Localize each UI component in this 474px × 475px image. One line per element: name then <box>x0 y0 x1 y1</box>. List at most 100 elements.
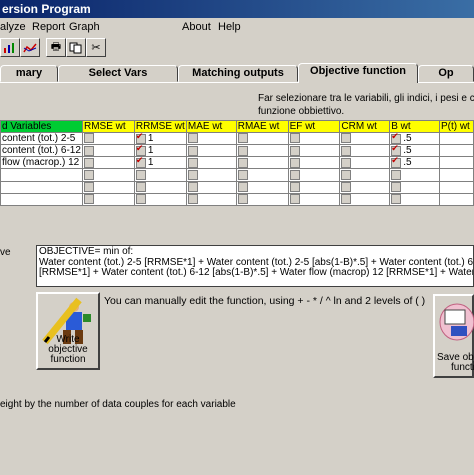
menu-analyze[interactable]: alyze <box>0 21 26 33</box>
crm-checkbox[interactable] <box>341 182 352 192</box>
rmae-checkbox[interactable] <box>237 133 248 144</box>
variable-name-cell[interactable] <box>0 180 83 194</box>
pt-weight-cell <box>438 131 474 146</box>
ef-checkbox[interactable] <box>289 194 300 205</box>
ef-checkbox[interactable] <box>289 157 300 168</box>
rmae-checkbox[interactable] <box>237 169 248 180</box>
crm-checkbox[interactable] <box>341 145 352 156</box>
rrmse-checkbox[interactable] <box>135 133 146 144</box>
mae-checkbox[interactable] <box>187 133 198 144</box>
menu-about[interactable]: About <box>182 21 211 33</box>
b-checkbox[interactable] <box>391 157 402 168</box>
copy-button[interactable] <box>66 38 86 57</box>
objective-label: ve <box>0 247 11 258</box>
crm-checkbox[interactable] <box>341 157 352 168</box>
rrmse-checkbox[interactable] <box>135 169 146 180</box>
mae-checkbox[interactable] <box>187 157 198 168</box>
rrmse-weight-cell <box>133 180 187 194</box>
b-weight-value[interactable]: .5 <box>403 134 411 144</box>
b-weight-value[interactable]: .5 <box>403 158 411 168</box>
ef-weight-cell <box>287 156 341 170</box>
b-checkbox[interactable] <box>391 145 402 156</box>
b-checkbox[interactable] <box>391 169 402 180</box>
crm-weight-cell <box>339 168 391 182</box>
copy-icon <box>69 42 82 53</box>
variable-name-cell[interactable]: content (tot.) 2-5 <box>0 131 83 146</box>
mae-checkbox[interactable] <box>187 145 198 156</box>
variable-name-cell[interactable] <box>0 192 83 206</box>
cut-button[interactable]: ✂ <box>86 38 106 57</box>
ef-checkbox[interactable] <box>289 169 300 180</box>
printer-icon: 🖶 <box>50 41 62 53</box>
mae-checkbox[interactable] <box>187 169 198 180</box>
header-rmae: RMAE wt <box>235 120 289 133</box>
ef-checkbox[interactable] <box>289 182 300 192</box>
rmse-checkbox[interactable] <box>83 169 94 180</box>
rmae-weight-cell <box>235 144 289 158</box>
header-mae: MAE wt <box>185 120 237 133</box>
rrmse-weight-value[interactable]: 1 <box>148 158 154 168</box>
rmae-checkbox[interactable] <box>237 182 248 192</box>
variable-name-cell[interactable]: flow (macrop.) 12 <box>0 156 83 170</box>
window-title: ersion Program <box>0 0 474 18</box>
rrmse-weight-cell: 1 <box>133 156 187 170</box>
footer-note: eight by the number of data couples for … <box>0 399 236 410</box>
table-row <box>0 192 474 206</box>
rrmse-weight-cell <box>133 192 187 206</box>
rmse-checkbox[interactable] <box>83 157 94 168</box>
print-button[interactable]: 🖶 <box>46 38 66 57</box>
rmse-weight-cell <box>81 156 135 170</box>
rrmse-checkbox[interactable] <box>135 145 146 156</box>
menu-help[interactable]: Help <box>218 21 241 33</box>
grid-header-row: d Variables RMSE wt RRMSE wt MAE wt RMAE… <box>0 120 474 133</box>
menu-report[interactable]: Report <box>32 21 65 33</box>
rrmse-checkbox[interactable] <box>135 157 146 168</box>
mae-checkbox[interactable] <box>187 182 198 192</box>
crm-checkbox[interactable] <box>341 133 352 144</box>
tab-select-vars[interactable]: Select Vars <box>58 65 178 82</box>
rmae-checkbox[interactable] <box>237 145 248 156</box>
objective-textbox[interactable]: OBJECTIVE= min of: Water content (tot.) … <box>36 245 474 287</box>
rrmse-checkbox[interactable] <box>135 194 146 205</box>
variable-name-cell[interactable]: content (tot.) 6-12 <box>0 144 83 158</box>
b-checkbox[interactable] <box>391 182 402 193</box>
tab-summary[interactable]: mary <box>0 65 58 82</box>
line-chart-button[interactable] <box>20 38 40 57</box>
crm-weight-cell <box>339 144 391 158</box>
save-objective-button[interactable]: Save obj functi <box>433 294 474 378</box>
rrmse-weight-cell: 1 <box>133 144 187 158</box>
write-objective-button[interactable]: Write objective function <box>36 292 100 370</box>
b-weight-value[interactable]: .5 <box>403 146 411 156</box>
rmae-checkbox[interactable] <box>237 157 248 168</box>
ef-weight-cell <box>287 192 341 206</box>
tab-matching-outputs[interactable]: Matching outputs <box>178 65 298 82</box>
b-weight-cell <box>389 180 440 194</box>
rmse-checkbox[interactable] <box>83 182 94 192</box>
tab-objective-function[interactable]: Objective function <box>298 63 418 83</box>
tab-options[interactable]: Op <box>418 65 474 82</box>
chart-icon-button[interactable] <box>0 38 20 57</box>
rmae-checkbox[interactable] <box>237 194 248 205</box>
ef-checkbox[interactable] <box>289 145 300 156</box>
rmse-checkbox[interactable] <box>83 194 94 205</box>
mae-checkbox[interactable] <box>187 194 198 205</box>
menu-graph[interactable]: Graph <box>69 21 100 33</box>
save-objective-caption: Save obj functi <box>437 352 474 373</box>
crm-checkbox[interactable] <box>341 194 352 205</box>
rrmse-weight-value[interactable]: 1 <box>148 134 154 144</box>
rrmse-weight-value[interactable]: 1 <box>148 146 154 156</box>
crm-checkbox[interactable] <box>341 169 352 180</box>
save-person-icon <box>439 303 474 341</box>
ef-weight-cell <box>287 180 341 194</box>
variable-name-cell[interactable] <box>0 168 83 182</box>
rrmse-checkbox[interactable] <box>135 182 146 193</box>
crm-weight-cell <box>339 131 391 146</box>
b-weight-cell: .5 <box>389 156 440 170</box>
ef-checkbox[interactable] <box>289 133 300 144</box>
mae-weight-cell <box>185 168 237 182</box>
b-checkbox[interactable] <box>391 133 402 144</box>
tab-strip: mary Select Vars Matching outputs Object… <box>0 63 474 83</box>
rmse-checkbox[interactable] <box>83 133 94 144</box>
b-checkbox[interactable] <box>391 194 402 205</box>
rmse-checkbox[interactable] <box>83 145 94 156</box>
